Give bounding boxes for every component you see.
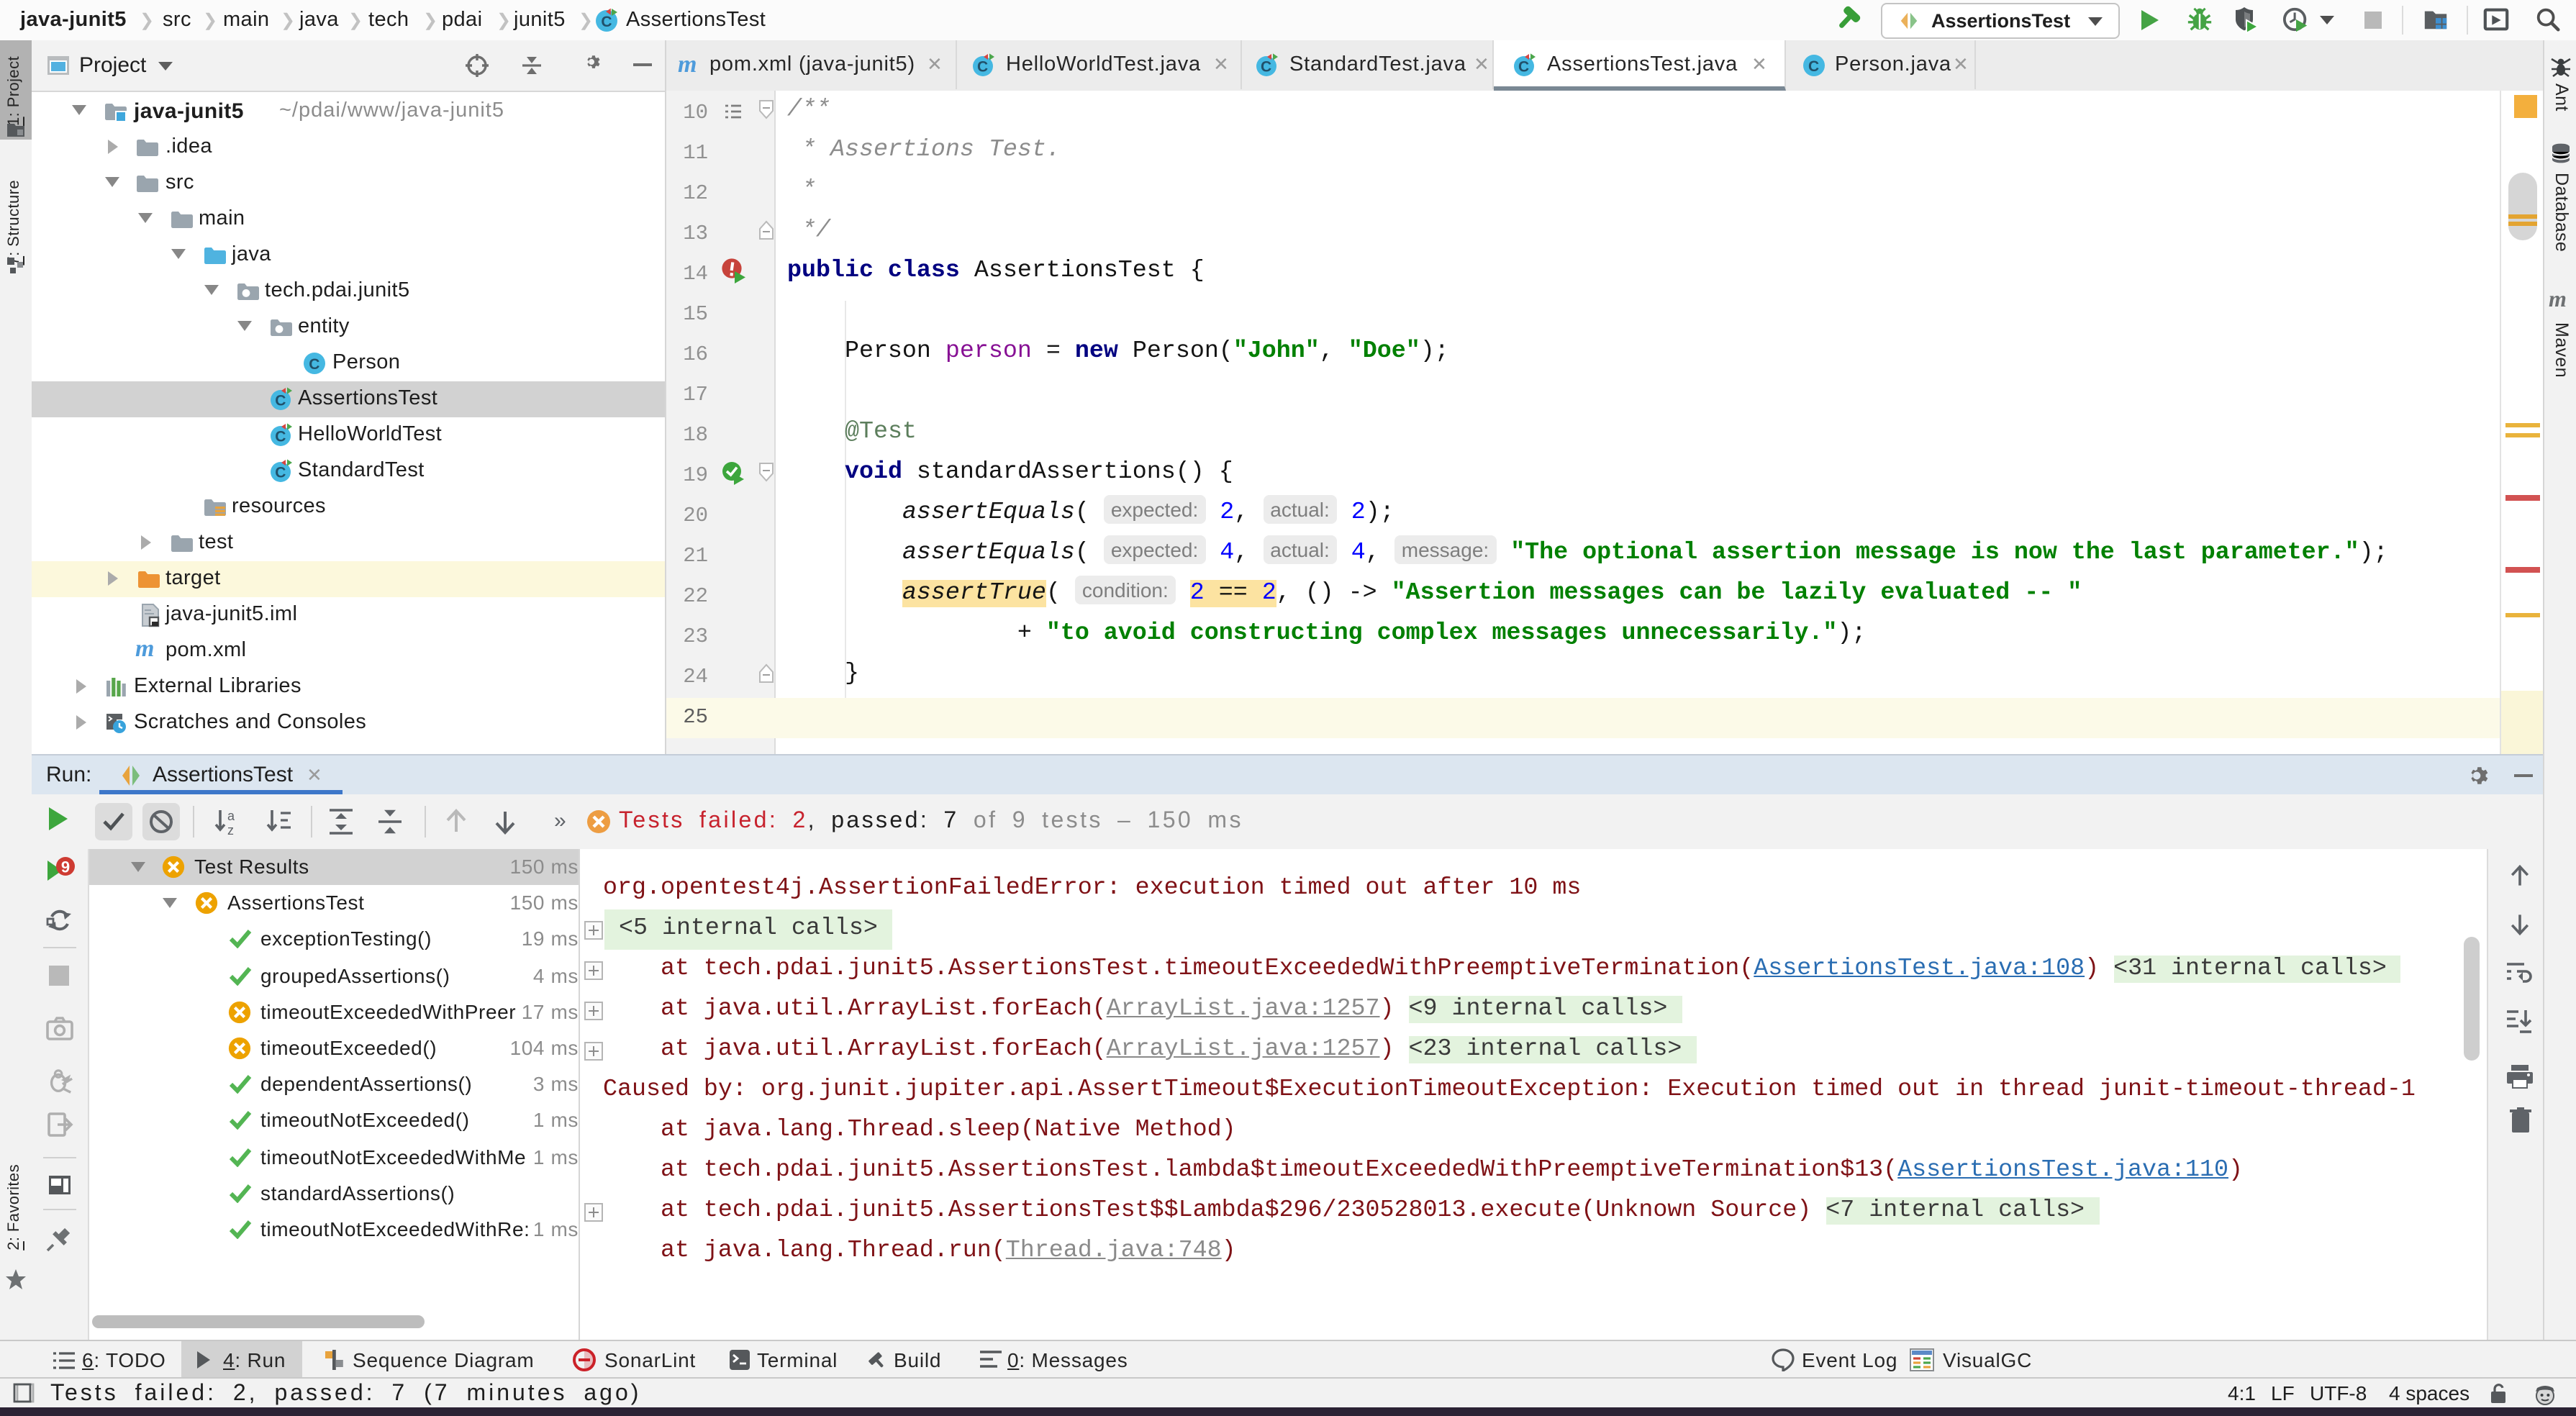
svg-text:C: C	[1808, 58, 1820, 75]
svg-text:z: z	[227, 823, 234, 836]
svg-text:C: C	[309, 356, 320, 373]
svg-text:C: C	[275, 464, 286, 481]
svg-text:C: C	[1518, 58, 1530, 75]
svg-text:9: 9	[61, 858, 70, 876]
svg-text:a: a	[227, 809, 235, 823]
svg-text:C: C	[275, 392, 286, 409]
svg-text:C: C	[275, 428, 286, 445]
svg-text:C: C	[601, 14, 612, 30]
svg-text:C: C	[1261, 58, 1272, 75]
svg-text:C: C	[977, 58, 989, 75]
